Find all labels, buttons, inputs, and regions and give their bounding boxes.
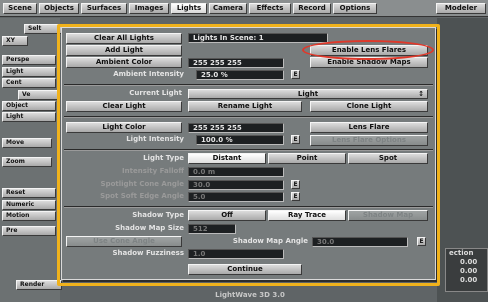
tab-record[interactable]: Record	[293, 3, 331, 14]
sidebar-button-cent[interactable]: Cent	[2, 78, 56, 88]
tab-objects[interactable]: Objects	[39, 3, 79, 14]
right-panel-label: ection	[449, 249, 474, 257]
footer-caption: LightWave 3D 3.0	[215, 291, 285, 299]
sidebar-button-xy[interactable]: XY	[2, 36, 28, 46]
tab-images[interactable]: Images	[129, 3, 169, 14]
sidebar-button-pre[interactable]: Pre	[2, 226, 56, 236]
sidebar-button-numeric[interactable]: Numeric	[2, 200, 56, 210]
modeler-button[interactable]: Modeler	[436, 3, 486, 14]
right-panel-value: 0.00	[460, 276, 478, 284]
sidebar-button-reset[interactable]: Reset	[2, 188, 56, 198]
sidebar-button-render[interactable]: Render	[16, 280, 62, 290]
annotation-circle	[302, 40, 434, 60]
tab-scene[interactable]: Scene	[3, 3, 37, 14]
tab-lights[interactable]: Lights	[171, 3, 207, 14]
tab-surfaces[interactable]: Surfaces	[81, 3, 127, 14]
sidebar-button-move[interactable]: Move	[2, 138, 52, 148]
sidebar-button-perspe[interactable]: Perspe	[2, 55, 56, 65]
sidebar-button-object[interactable]: Object	[2, 101, 56, 111]
sidebar-button-ve[interactable]: Ve	[18, 90, 58, 100]
right-panel-value: 0.00	[460, 267, 478, 275]
sidebar-button-motion[interactable]: Motion	[2, 211, 56, 221]
highlight-frame	[57, 24, 440, 286]
tab-camera[interactable]: Camera	[209, 3, 247, 14]
sidebar-button-light[interactable]: Light	[2, 67, 56, 77]
sidebar-button-light[interactable]: Light	[2, 112, 56, 122]
tab-effects[interactable]: Effects	[249, 3, 291, 14]
right-panel-value: 0.00	[460, 258, 478, 266]
tab-options[interactable]: Options	[333, 3, 377, 14]
sidebar-button-zoom[interactable]: Zoom	[2, 157, 52, 167]
right-panel: ection 0.00 0.00 0.00	[445, 248, 488, 292]
